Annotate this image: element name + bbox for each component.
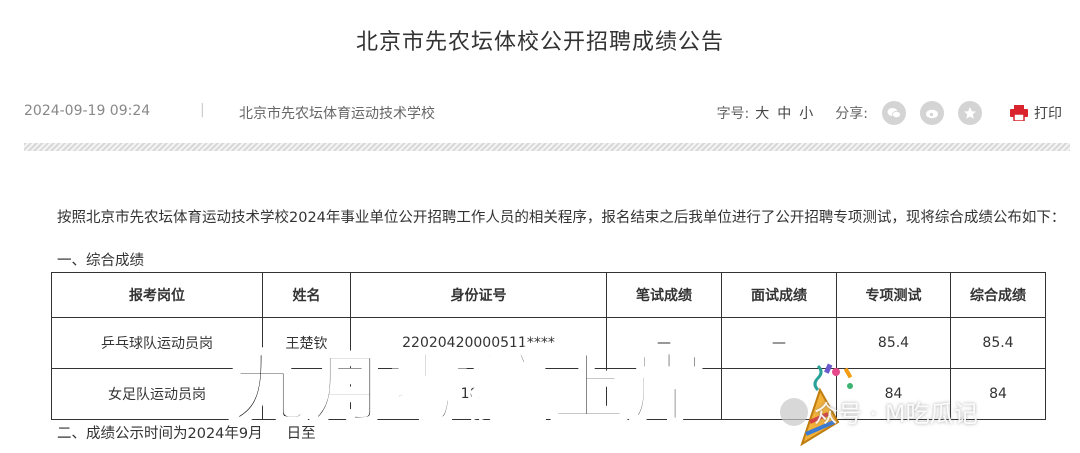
column-header: 笔试成绩: [606, 272, 722, 318]
table-header-row: 报考岗位 姓名 身份证号 笔试成绩 面试成绩 专项测试 综合成绩: [51, 272, 1046, 318]
table-cell: 85.4: [950, 317, 1046, 369]
column-header: 报考岗位: [51, 272, 263, 318]
article-tools: 字号: 大 中 小 分享: 打印: [717, 101, 1062, 125]
source-name: 北京市先农坛体育运动技术学校: [239, 106, 435, 122]
column-header: 姓名: [262, 272, 351, 318]
share-label: 分享:: [835, 106, 868, 122]
font-size-large-button[interactable]: 大: [755, 103, 769, 123]
intro-paragraph: 按照北京市先农坛体育运动技术学校2024年事业单位公开招聘工作人员的相关程序，报…: [57, 210, 1066, 226]
column-header: 面试成绩: [721, 272, 837, 318]
weibo-icon[interactable]: [920, 101, 944, 125]
watermark-text: 众号 · M吃瓜记: [814, 400, 978, 428]
table-cell: 乒乓球队运动员岗: [51, 317, 263, 369]
account-watermark: 众号 · M吃瓜记: [780, 394, 978, 429]
column-header: 专项测试: [836, 272, 951, 318]
column-header: 身份证号: [350, 272, 607, 318]
font-size-label: 字号:: [716, 106, 750, 122]
column-header: 综合成绩: [950, 272, 1046, 318]
page-title: 北京市先农坛体校公开招聘成绩公告: [355, 30, 724, 55]
print-button[interactable]: 打印: [1010, 103, 1062, 123]
hatched-divider: [24, 143, 1070, 151]
font-size-small-button[interactable]: 小: [799, 103, 813, 123]
print-label: 打印: [1034, 106, 1062, 122]
section-heading-scores: 一、综合成绩: [57, 253, 144, 269]
wechat-icon[interactable]: [882, 101, 906, 125]
publish-date: 2024-09-19 09:24: [24, 103, 151, 119]
article-meta: 2024-09-19 09:24 | 北京市先农坛体育运动技术学校 字号: 大 …: [24, 101, 1062, 125]
meta-separator: |: [200, 102, 205, 118]
printer-icon: [1010, 105, 1028, 121]
table-cell: 女足队运动员岗: [51, 368, 263, 420]
wechat-official-account-icon: [780, 397, 808, 426]
favorite-star-icon[interactable]: [958, 101, 982, 125]
font-size-medium-button[interactable]: 中: [777, 103, 791, 123]
headline-overlay: 九月考编上岸: [231, 346, 712, 432]
